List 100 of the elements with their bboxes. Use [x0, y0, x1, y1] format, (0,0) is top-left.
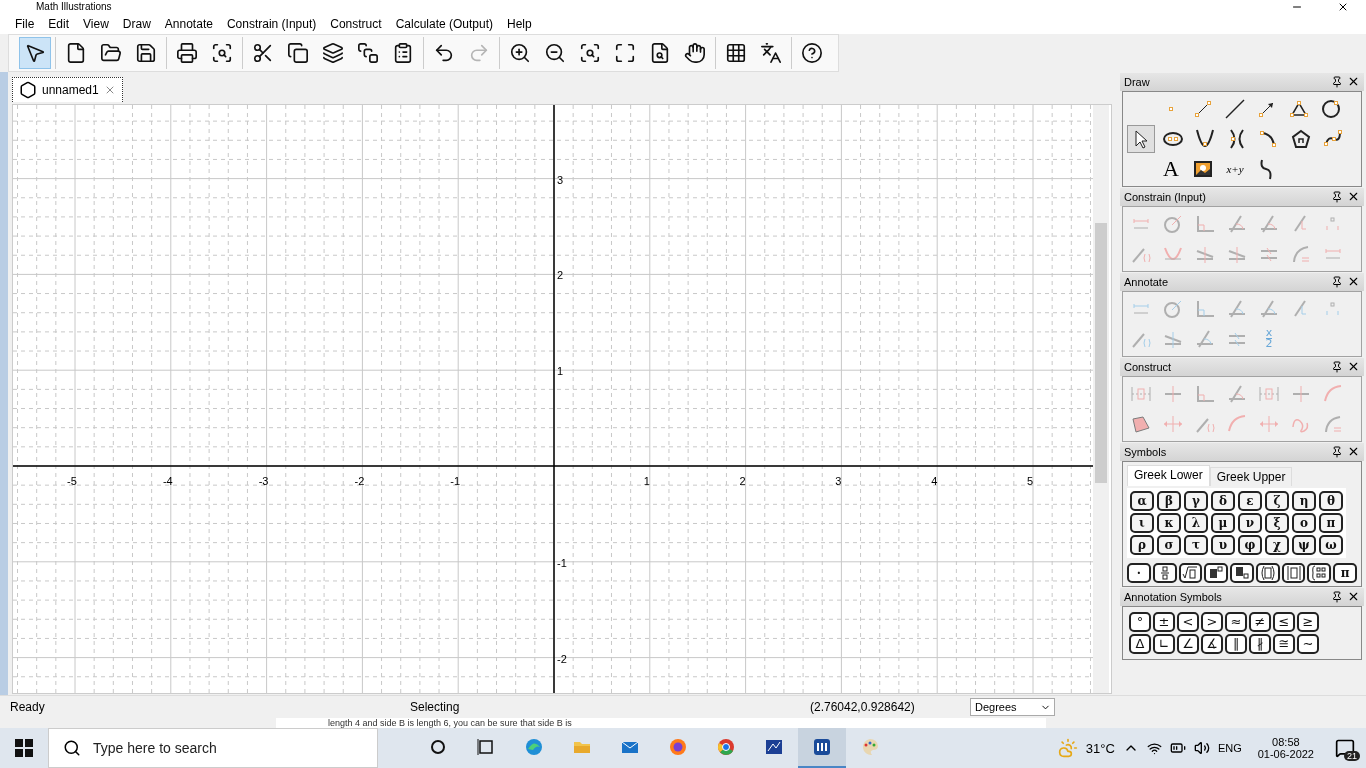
menu-item[interactable]: Draw: [115, 16, 158, 31]
pointer-tool[interactable]: [1127, 124, 1155, 153]
symbol-button[interactable]: η: [1292, 490, 1316, 511]
menu-item[interactable]: Help: [500, 16, 539, 31]
template-button[interactable]: [1230, 562, 1254, 583]
taskbar-app[interactable]: [798, 728, 846, 768]
axis-label: -2: [354, 474, 365, 487]
notification-button[interactable]: 21: [1330, 733, 1360, 763]
symbol-button[interactable]: ∥: [1225, 633, 1247, 654]
template-button[interactable]: [1307, 562, 1332, 583]
pin-icon[interactable]: [1331, 190, 1343, 203]
symbol-button[interactable]: ∦: [1249, 633, 1271, 654]
drawing-canvas[interactable]: -5 -4 -3 -2 -1 1 2 3 4 5 3 2 1 -1 -2: [12, 103, 1112, 694]
pin-icon[interactable]: [1331, 590, 1343, 603]
point-tool-icon: [1168, 105, 1174, 112]
symbol-button[interactable]: σ: [1157, 534, 1181, 555]
menu-item[interactable]: Construct: [323, 16, 389, 31]
symbol-button[interactable]: °: [1129, 611, 1151, 632]
scrollbar-thumb[interactable]: [1095, 222, 1107, 483]
copy-icon: [287, 41, 309, 64]
pin-icon[interactable]: [1331, 275, 1343, 288]
axis-label: 1: [643, 474, 650, 487]
matrix-template-icon: [1311, 564, 1328, 581]
circle-tool-icon: [1320, 97, 1342, 120]
symbol-button[interactable]: ι: [1130, 512, 1154, 533]
angle-unit-dropdown[interactable]: Degrees: [970, 698, 1055, 717]
symbol-button[interactable]: ≤: [1273, 611, 1295, 632]
symbol-button[interactable]: ∡: [1201, 633, 1223, 654]
symbol-button[interactable]: θ: [1319, 490, 1343, 511]
symbol-button[interactable]: ·: [1127, 562, 1151, 583]
network-icon[interactable]: [1146, 740, 1162, 756]
symbol-button[interactable]: ν: [1238, 512, 1262, 533]
symbol-button[interactable]: α: [1130, 490, 1154, 511]
symbol-button[interactable]: ∼: [1297, 633, 1319, 654]
template-button[interactable]: [1255, 562, 1280, 583]
symbol-button[interactable]: ≠: [1249, 611, 1271, 632]
formula-tool[interactable]: x+y: [1221, 154, 1249, 183]
symbol-button[interactable]: ρ: [1130, 534, 1154, 555]
panel-title: Construct: [1124, 360, 1173, 373]
pin-icon[interactable]: [1331, 360, 1343, 373]
template-button[interactable]: [1152, 562, 1177, 583]
background-text: length 4 and side B is length 6, you can be sure that side B is: [328, 718, 572, 728]
symbol-button[interactable]: ε: [1238, 490, 1262, 511]
document-tab[interactable]: unnamed1: [12, 76, 123, 102]
symbol-button[interactable]: δ: [1211, 490, 1235, 511]
symbol-button[interactable]: μ: [1211, 512, 1235, 533]
symbol-button[interactable]: κ: [1157, 512, 1181, 533]
pin-icon[interactable]: [1331, 75, 1343, 88]
close-icon[interactable]: [1337, 1, 1349, 13]
clock[interactable]: 08:58 01-06-2022: [1249, 736, 1322, 760]
symbol-button[interactable]: π: [1319, 512, 1343, 533]
scrollbar[interactable]: [1093, 104, 1109, 693]
symbol-button[interactable]: ∠: [1177, 633, 1199, 654]
volume-icon[interactable]: [1193, 740, 1210, 756]
axis-label: -1: [557, 556, 567, 569]
symbol-button[interactable]: >: [1201, 611, 1223, 632]
symbol-button[interactable]: π: [1333, 562, 1358, 583]
template-button[interactable]: [1281, 562, 1306, 583]
symbol-button[interactable]: ≈: [1225, 611, 1247, 632]
symbol-button[interactable]: ∟: [1153, 633, 1175, 654]
battery-icon[interactable]: [1169, 740, 1186, 756]
symbol-button[interactable]: χ: [1265, 534, 1289, 555]
symbol-button[interactable]: ψ: [1292, 534, 1316, 555]
symbol-button[interactable]: Δ: [1129, 633, 1151, 654]
menu-item[interactable]: File: [8, 16, 42, 31]
symbol-button[interactable]: υ: [1211, 534, 1235, 555]
menu-item[interactable]: View: [76, 16, 116, 31]
grid-icon: [725, 41, 747, 64]
toolbar-button[interactable]: [19, 36, 51, 69]
menu-item[interactable]: Edit: [41, 16, 77, 31]
symbol-button[interactable]: γ: [1184, 490, 1208, 511]
symbol-button[interactable]: ≥: [1297, 611, 1319, 632]
symbol-button[interactable]: ο: [1292, 512, 1316, 533]
menu-item[interactable]: Constrain (Input): [219, 16, 324, 31]
menu-item[interactable]: Annotate: [157, 16, 220, 31]
symbol-button[interactable]: φ: [1238, 534, 1262, 555]
symbol-button[interactable]: ξ: [1265, 512, 1289, 533]
axis-label: 2: [739, 474, 746, 487]
symbol-tab[interactable]: Greek Lower: [1127, 464, 1210, 486]
axis-label: 1: [557, 365, 564, 378]
parabola-tool-icon: [1194, 127, 1216, 150]
template-button[interactable]: [1178, 562, 1203, 583]
pin-icon[interactable]: [1331, 445, 1343, 458]
symbol-button[interactable]: λ: [1184, 512, 1208, 533]
symbol-tab[interactable]: Greek Upper: [1209, 466, 1293, 486]
symbol-button[interactable]: ≅: [1273, 633, 1295, 654]
symbol-button[interactable]: <: [1177, 611, 1199, 632]
line-tool-icon: [1224, 97, 1246, 120]
symbol-button[interactable]: ±: [1153, 611, 1175, 632]
symbol-button[interactable]: ζ: [1265, 490, 1289, 511]
symbol-button[interactable]: β: [1157, 490, 1181, 511]
fox-browser-icon: [668, 737, 688, 757]
language-indicator[interactable]: ENG: [1217, 742, 1242, 754]
symbol-button[interactable]: ω: [1319, 534, 1343, 555]
text-tool[interactable]: A: [1157, 154, 1185, 183]
template-button[interactable]: [1204, 562, 1229, 583]
symbol-button[interactable]: τ: [1184, 534, 1208, 555]
menu-item[interactable]: Calculate (Output): [388, 16, 500, 31]
palette-icon: [860, 737, 880, 757]
search-field[interactable]: Type here to search: [48, 728, 378, 768]
